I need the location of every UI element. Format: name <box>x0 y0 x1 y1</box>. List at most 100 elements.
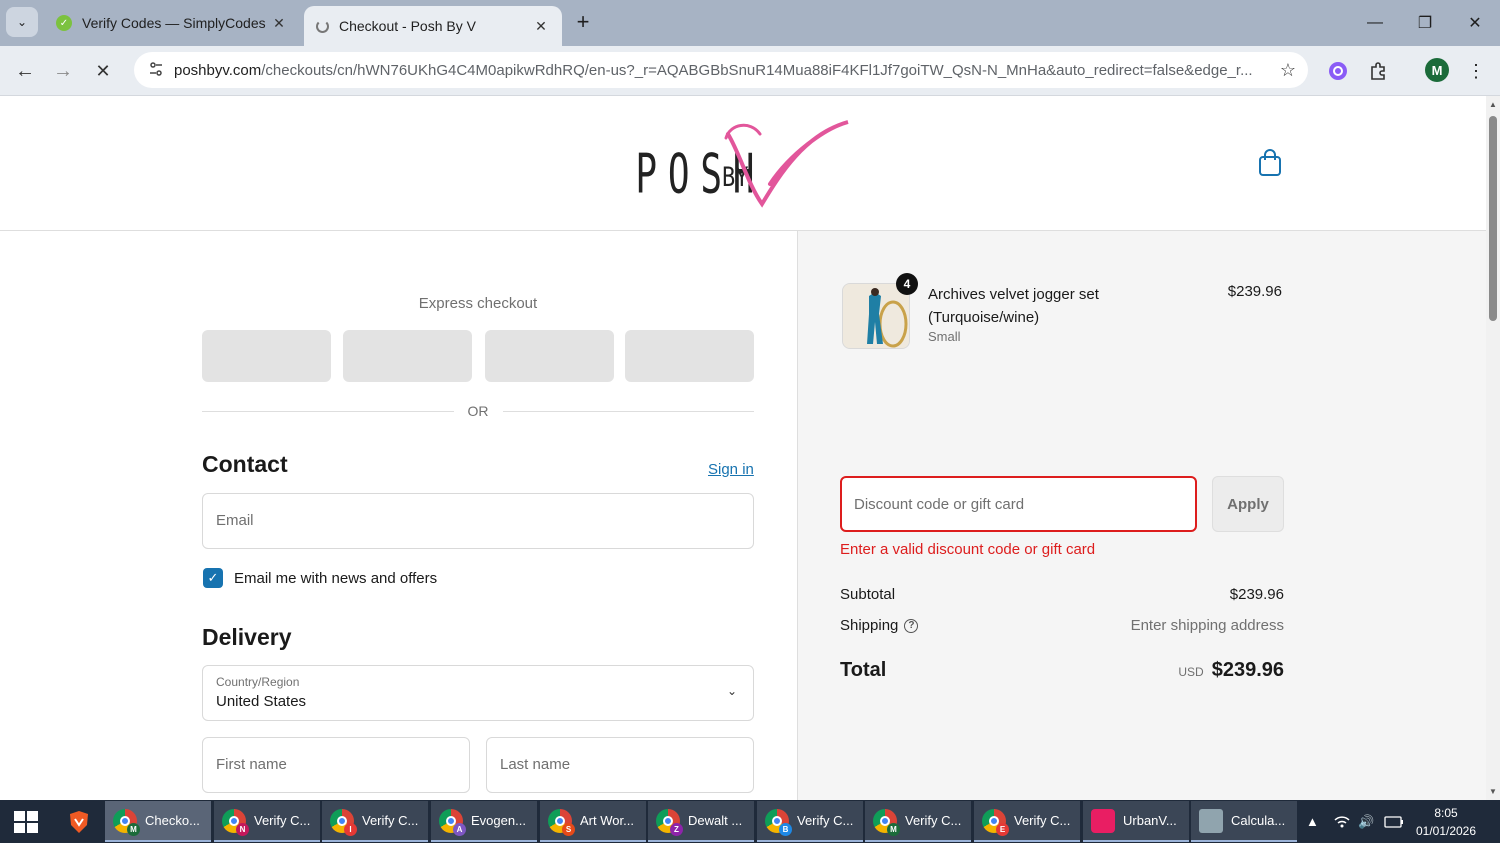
restore-button[interactable]: ❐ <box>1400 0 1450 46</box>
taskbar-window-button[interactable]: S Art Wor... <box>540 801 646 842</box>
tab-verify-codes[interactable]: ✓ Verify Codes — SimplyCodes ✕ <box>44 6 300 40</box>
subtotal-value: $239.96 <box>1229 586 1284 603</box>
express-pay-button-3[interactable] <box>485 330 614 382</box>
new-tab-button[interactable]: + <box>570 9 596 35</box>
tab-search-dropdown[interactable]: ⌄ <box>6 7 38 37</box>
volume-icon[interactable]: 🔊 <box>1358 800 1374 843</box>
sign-in-link[interactable]: Sign in <box>708 461 754 478</box>
taskbar-window-button[interactable]: UrbanV... <box>1083 801 1189 842</box>
scrollbar-thumb[interactable] <box>1489 116 1497 321</box>
tab-close-icon[interactable]: ✕ <box>270 15 288 32</box>
shopping-bag-icon[interactable] <box>1256 148 1284 178</box>
chrome-icon: E <box>982 808 1009 836</box>
extensions-puzzle-icon[interactable] <box>1366 59 1390 83</box>
loading-favicon-icon <box>316 19 329 33</box>
taskbar-window-label: Dewalt ... <box>688 813 743 828</box>
taskbar-window-button[interactable]: Z Dewalt ... <box>648 801 754 842</box>
last-name-field[interactable]: Last name <box>486 737 754 793</box>
browser-toolbar: ← → ✕ poshbyv.com/checkouts/cn/hWN76UKhG… <box>0 46 1500 96</box>
tray-overflow-icon[interactable]: ▲ <box>1306 800 1319 843</box>
taskbar-window-label: Verify C... <box>905 813 962 828</box>
wifi-icon[interactable] <box>1334 800 1350 843</box>
checkbox-checked-icon[interactable]: ✓ <box>203 568 223 588</box>
profile-badge: S <box>562 822 575 836</box>
profile-avatar[interactable]: M <box>1425 58 1449 82</box>
system-clock[interactable]: 8:05 01/01/2026 <box>1408 804 1484 840</box>
express-pay-button-4[interactable] <box>625 330 754 382</box>
taskbar-window-label: Evogen... <box>471 813 526 828</box>
extension-icon[interactable] <box>1326 59 1350 83</box>
tab-checkout[interactable]: Checkout - Posh By V ✕ <box>304 6 562 46</box>
discount-error-message: Enter a valid discount code or gift card <box>840 541 1096 558</box>
taskbar-window-button[interactable]: I Verify C... <box>322 801 428 842</box>
quantity-badge: 4 <box>896 273 918 295</box>
divider <box>503 411 754 412</box>
simplycodes-favicon-icon: ✓ <box>56 15 72 31</box>
tab-close-icon[interactable]: ✕ <box>532 18 550 35</box>
checkout-form-column: Express checkout OR Contact Sign in Emai… <box>0 231 797 800</box>
country-label: Country/Region <box>216 675 300 689</box>
divider <box>202 411 454 412</box>
address-bar[interactable]: poshbyv.com/checkouts/cn/hWN76UKhG4C4M0a… <box>134 52 1308 88</box>
product-price: $239.96 <box>1227 283 1282 300</box>
chevron-down-icon: ⌄ <box>16 15 28 29</box>
taskbar-window-button[interactable]: Calcula... <box>1191 801 1297 842</box>
taskbar-window-button[interactable]: N Verify C... <box>214 801 320 842</box>
first-name-field[interactable]: First name <box>202 737 470 793</box>
windows-start-icon[interactable] <box>14 811 38 833</box>
clock-date: 01/01/2026 <box>1415 824 1477 838</box>
chevron-down-icon: ⌄ <box>726 684 737 698</box>
total-currency: USD <box>1178 665 1204 679</box>
bookmark-star-icon[interactable]: ☆ <box>1268 60 1308 81</box>
help-question-icon[interactable]: ? <box>904 618 919 633</box>
apply-discount-button[interactable]: Apply <box>1212 476 1284 532</box>
chrome-icon: A <box>439 808 466 836</box>
minimize-button[interactable]: — <box>1350 0 1400 46</box>
site-info-icon[interactable] <box>138 61 174 80</box>
taskbar-window-label: Checko... <box>145 813 200 828</box>
discount-code-input[interactable]: Discount code or gift card <box>840 476 1197 532</box>
taskbar-window-label: Calcula... <box>1231 813 1286 828</box>
taskbar-window-label: Verify C... <box>254 813 311 828</box>
newsletter-checkbox-row[interactable]: ✓ Email me with news and offers <box>203 568 437 588</box>
profile-badge: M <box>127 822 140 836</box>
close-window-button[interactable]: ✕ <box>1450 0 1500 46</box>
stop-loading-button[interactable]: ✕ <box>88 56 118 86</box>
chrome-icon: M <box>873 808 900 836</box>
more-menu-icon[interactable]: ⋮ <box>1464 59 1488 83</box>
taskbar-window-label: Art Wor... <box>580 813 634 828</box>
contact-heading: Contact <box>202 451 288 477</box>
taskbar-window-button[interactable]: M Checko... <box>105 801 211 842</box>
page-scrollbar[interactable]: ▲ ▼ <box>1486 96 1500 800</box>
chrome-icon: B <box>765 808 792 836</box>
profile-badge: B <box>779 822 792 836</box>
back-button[interactable]: ← <box>10 56 40 86</box>
chrome-icon: S <box>548 808 575 836</box>
express-pay-button-2[interactable] <box>343 330 472 382</box>
or-divider-label: OR <box>467 403 489 419</box>
country-select[interactable]: Country/Region United States ⌄ <box>202 665 754 721</box>
email-field[interactable]: Email <box>202 493 754 549</box>
first-name-placeholder: First name <box>216 756 287 773</box>
taskbar-window-button[interactable]: A Evogen... <box>431 801 537 842</box>
taskbar-window-button[interactable]: E Verify C... <box>974 801 1080 842</box>
taskbar-window-button[interactable]: B Verify C... <box>757 801 863 842</box>
brave-browser-icon[interactable] <box>66 809 92 835</box>
total-row: Total USD $239.96 <box>840 659 1284 682</box>
tab-title: Checkout - Posh By V <box>339 18 476 34</box>
total-label: Total <box>840 659 887 681</box>
battery-icon[interactable] <box>1384 800 1404 843</box>
checkout-page: POSH BY Express checkout OR Contact Sign… <box>0 96 1486 800</box>
posh-by-v-logo[interactable]: POSH BY <box>630 114 860 214</box>
express-pay-button-1[interactable] <box>202 330 331 382</box>
shipping-row: Shipping ? Enter shipping address <box>840 617 1284 634</box>
subtotal-label: Subtotal <box>840 586 896 603</box>
order-summary-column: 4 Archives velvet jogger set (Turquoise/… <box>797 231 1486 800</box>
scroll-up-arrow-icon[interactable]: ▲ <box>1489 100 1497 109</box>
profile-badge: E <box>996 822 1009 836</box>
taskbar-window-button[interactable]: M Verify C... <box>865 801 971 842</box>
product-variant: Small <box>928 329 961 344</box>
last-name-placeholder: Last name <box>500 756 571 773</box>
scroll-down-arrow-icon[interactable]: ▼ <box>1489 787 1497 796</box>
forward-button[interactable]: → <box>48 56 78 86</box>
